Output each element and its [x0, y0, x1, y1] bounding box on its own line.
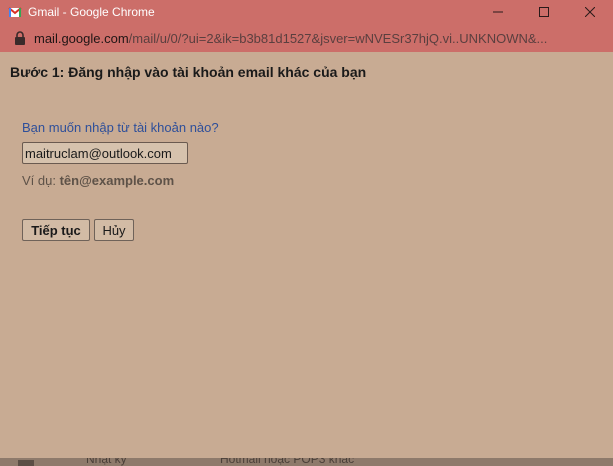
hint-prefix: Ví dụ:	[22, 173, 60, 188]
continue-button[interactable]: Tiếp tục	[22, 219, 90, 241]
example-hint: Ví dụ: tên@example.com	[22, 173, 174, 188]
account-question-label: Bạn muốn nhập từ tài khoản nào?	[22, 120, 219, 135]
background-text-2: Hotmail hoặc POP3 khác	[220, 458, 355, 466]
lock-icon	[14, 31, 26, 45]
minimize-button[interactable]	[475, 0, 521, 24]
address-bar[interactable]: mail.google.com/mail/u/0/?ui=2&ik=b3b81d…	[0, 24, 613, 52]
url-host: mail.google.com	[34, 30, 129, 46]
close-button[interactable]	[567, 0, 613, 24]
maximize-button[interactable]	[521, 0, 567, 24]
hint-example-email: tên@example.com	[59, 173, 175, 188]
import-dialog: Bước 1: Đăng nhập vào tài khoản email kh…	[0, 52, 613, 458]
background-text-1: Nhật ký	[86, 458, 127, 466]
maximize-icon	[539, 7, 549, 17]
close-icon	[585, 7, 595, 17]
minimize-icon	[493, 11, 503, 13]
window-titlebar: Gmail - Google Chrome	[0, 0, 613, 24]
cancel-button[interactable]: Hủy	[94, 219, 134, 241]
gmail-icon	[8, 5, 22, 19]
window-title: Gmail - Google Chrome	[28, 5, 155, 19]
url-path: /mail/u/0/?ui=2&ik=b3b81d1527&jsver=wNVE…	[128, 30, 548, 46]
url-text: mail.google.com/mail/u/0/?ui=2&ik=b3b81d…	[34, 31, 547, 46]
dialog-heading: Bước 1: Đăng nhập vào tài khoản email kh…	[10, 64, 367, 80]
background-icon	[18, 460, 34, 466]
background-window-strip: Nhật ký Hotmail hoặc POP3 khác	[0, 458, 613, 466]
email-input[interactable]	[22, 142, 188, 164]
